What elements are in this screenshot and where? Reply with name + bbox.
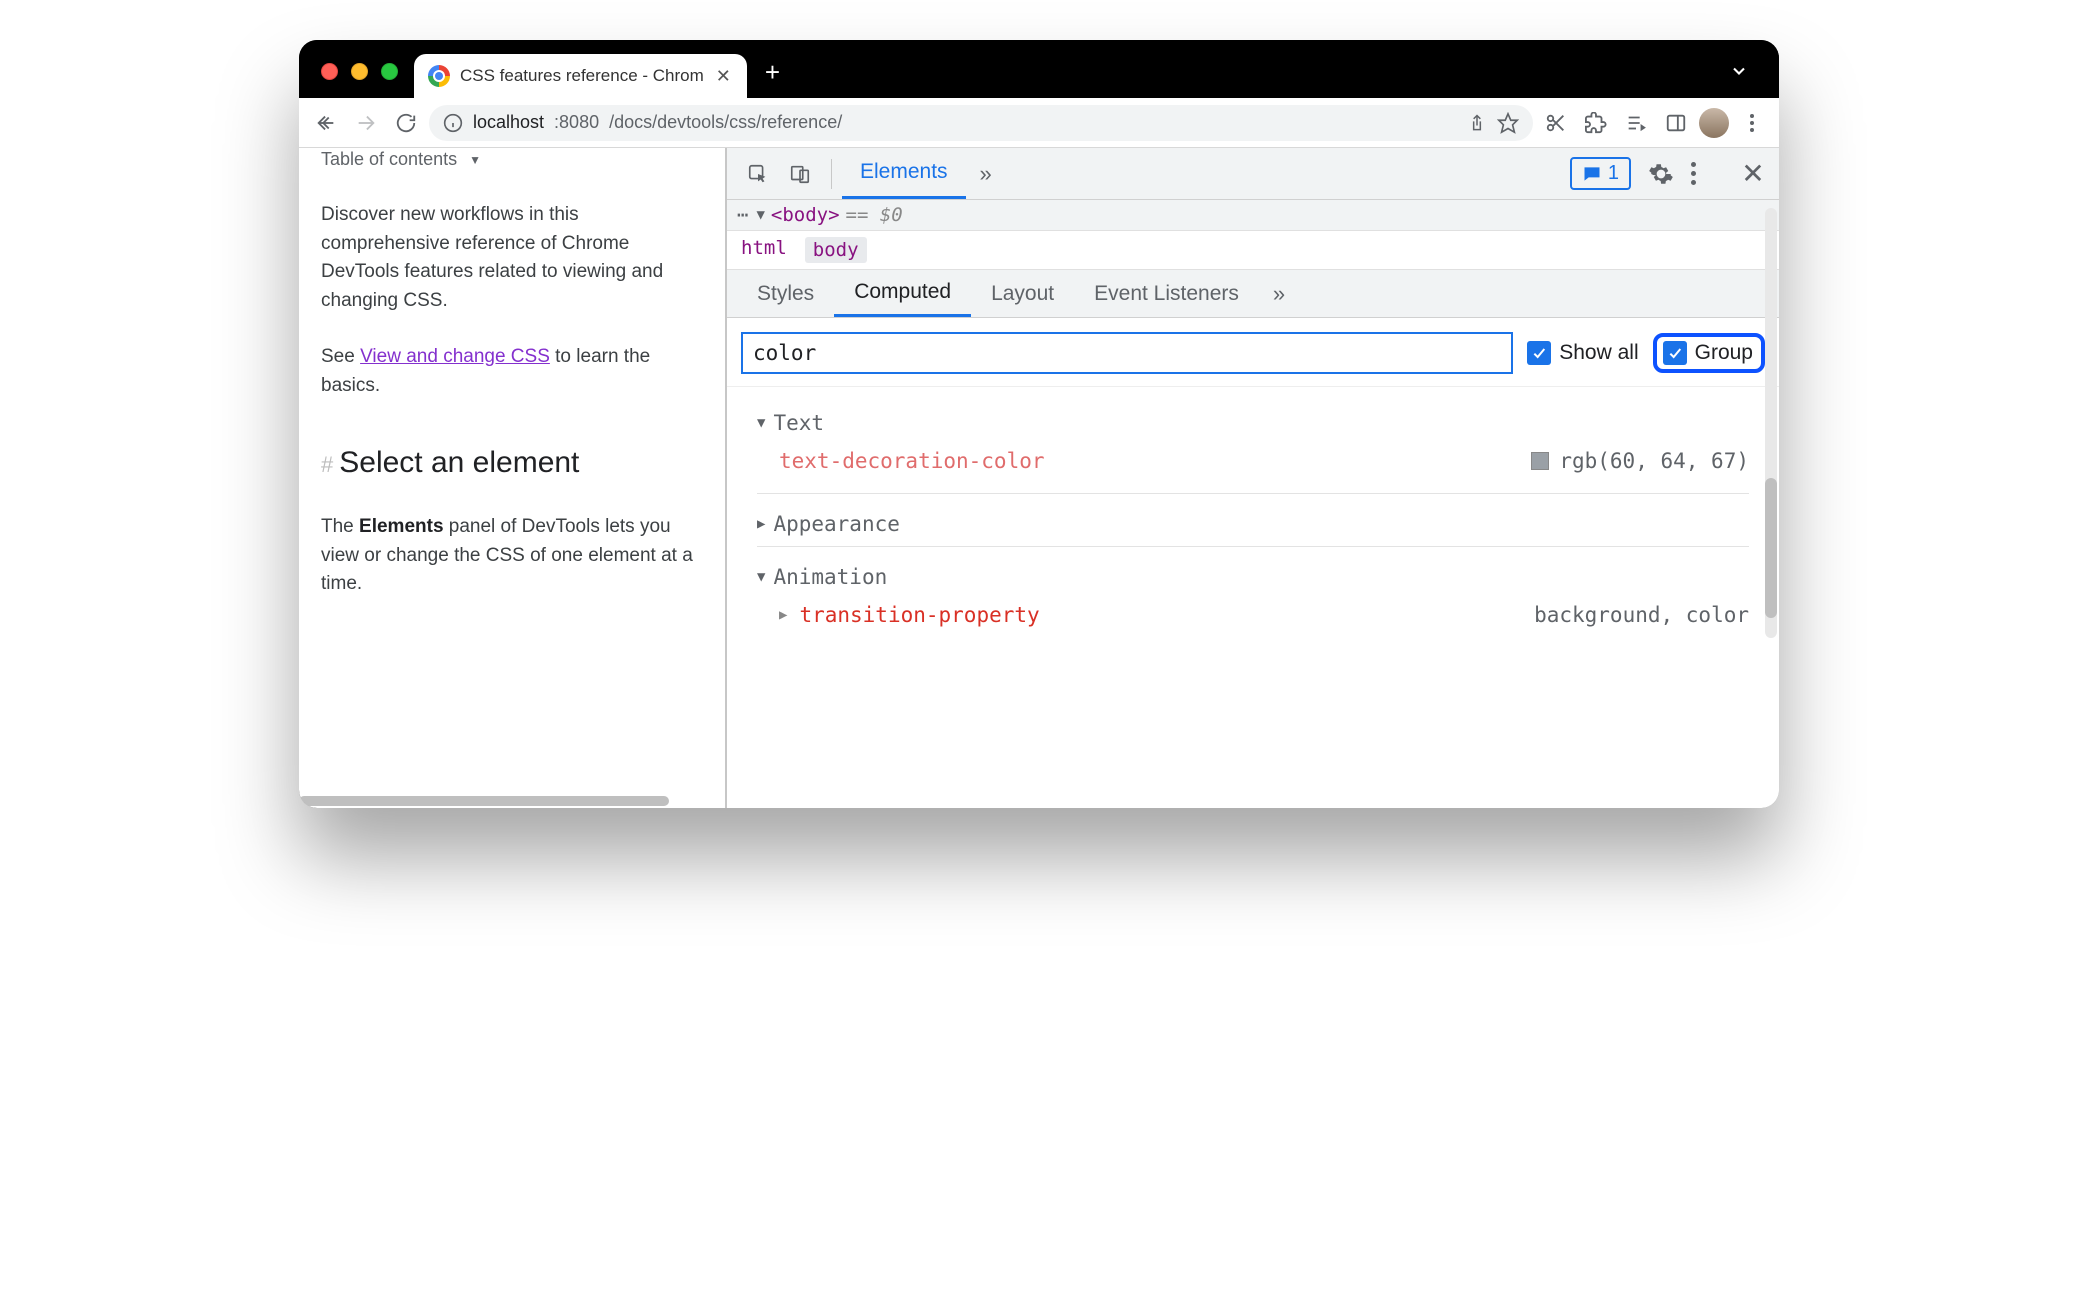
vertical-scrollbar[interactable] [1765,208,1777,638]
filter-input[interactable] [741,332,1513,374]
expand-triangle-icon: ▼ [757,415,765,431]
expand-triangle-icon: ▼ [757,569,765,585]
chevron-down-icon: ▼ [469,151,481,169]
issues-count: 1 [1608,162,1619,185]
devtools-toolbar: Elements 1 ✕ [727,148,1779,200]
more-panel-tabs-icon[interactable]: » [1273,281,1285,307]
forward-button[interactable] [349,106,383,140]
collapse-triangle-icon: ▶ [757,516,765,532]
share-icon[interactable] [1467,113,1487,133]
minimize-window-button[interactable] [351,63,368,80]
property-name: transition-property [799,603,1039,627]
browser-toolbar: localhost :8080/docs/devtools/css/referen… [299,98,1779,148]
close-window-button[interactable] [321,63,338,80]
checkbox-checked-icon [1663,341,1687,365]
tabs-dropdown-icon[interactable] [1711,61,1767,98]
heading-row: # Select an element [321,440,695,485]
inspect-element-icon[interactable] [737,153,779,195]
intro-paragraph: Discover new workflows in this comprehen… [321,201,695,315]
content-area: Table of contents ▼ Discover new workflo… [299,148,1779,808]
device-toolbar-icon[interactable] [779,153,821,195]
property-row[interactable]: ▶ transition-property background, color [757,589,1749,647]
issues-badge[interactable]: 1 [1570,157,1631,190]
dom-breadcrumb: html body [727,231,1779,270]
toc-toggle[interactable]: Table of contents ▼ [321,148,695,173]
reload-button[interactable] [389,106,423,140]
group-text-label: Text [773,411,824,435]
chrome-favicon-icon [428,65,450,87]
group-checkbox[interactable]: Group [1653,333,1765,373]
computed-groups: ▼ Text text-decoration-color rgb(60, 64,… [727,387,1779,665]
show-all-label: Show all [1559,341,1638,365]
property-value: background, color [1534,603,1749,627]
close-tab-icon[interactable]: ✕ [714,66,733,87]
dom-tree-row[interactable]: ⋯ ▼ <body> == $0 [727,200,1779,231]
browser-menu-button[interactable] [1735,106,1769,140]
styles-panel-tabs: Styles Computed Layout Event Listeners » [727,270,1779,318]
page-content: Table of contents ▼ Discover new workflo… [299,148,725,808]
property-name: text-decoration-color [779,449,1045,473]
toc-label: Table of contents [321,148,457,173]
maximize-window-button[interactable] [381,63,398,80]
anchor-hash-icon[interactable]: # [321,448,333,481]
bookmark-star-icon[interactable] [1497,112,1519,134]
tab-layout[interactable]: Layout [971,270,1074,317]
group-appearance-label: Appearance [773,512,899,536]
devtools-menu-icon[interactable] [1691,162,1723,185]
site-info-icon[interactable] [443,113,463,133]
extensions-icon[interactable] [1579,106,1613,140]
property-value: rgb(60, 64, 67) [1531,449,1749,473]
property-row[interactable]: text-decoration-color rgb(60, 64, 67) [757,435,1749,494]
elements-paragraph: The Elements panel of DevTools lets you … [321,513,695,599]
devtools-panel: Elements 1 ✕ ⋯ ▼ <body> == $0 [725,148,1779,808]
horizontal-scrollbar[interactable] [299,796,725,806]
group-text-header[interactable]: ▼ Text [757,411,1749,435]
tab-strip: CSS features reference - Chrom ✕ + [299,40,1779,98]
view-change-css-link[interactable]: View and change CSS [360,346,550,367]
breadcrumb-html[interactable]: html [741,237,787,263]
window-controls [311,63,414,98]
url-host: localhost [473,112,544,133]
side-panel-icon[interactable] [1659,106,1693,140]
expand-triangle-icon[interactable]: ▼ [756,207,764,223]
dom-tag: <body> [771,204,840,226]
back-button[interactable] [309,106,343,140]
show-all-checkbox[interactable]: Show all [1527,341,1638,365]
see-paragraph: See View and change CSS to learn the bas… [321,343,695,400]
tab-event-listeners[interactable]: Event Listeners [1074,270,1259,317]
address-bar[interactable]: localhost :8080/docs/devtools/css/referen… [429,105,1533,141]
more-tabs-icon[interactable] [966,161,992,187]
elements-tab[interactable]: Elements [842,148,966,199]
color-swatch-icon[interactable] [1531,452,1549,470]
close-devtools-icon[interactable]: ✕ [1737,157,1769,190]
url-port: :8080 [554,112,599,133]
tab-styles[interactable]: Styles [737,270,834,317]
dom-selected-indicator: == $0 [846,204,903,226]
tab-computed[interactable]: Computed [834,270,971,317]
ellipsis-icon: ⋯ [737,204,750,226]
scissors-icon[interactable] [1539,106,1573,140]
new-tab-button[interactable]: + [747,57,798,98]
section-heading: Select an element [339,440,579,485]
browser-window: CSS features reference - Chrom ✕ + local… [299,40,1779,808]
breadcrumb-body[interactable]: body [805,237,867,263]
browser-tab[interactable]: CSS features reference - Chrom ✕ [414,54,747,98]
collapse-triangle-icon: ▶ [779,607,787,623]
profile-avatar[interactable] [1699,108,1729,138]
url-path: /docs/devtools/css/reference/ [609,112,842,133]
checkbox-checked-icon [1527,341,1551,365]
group-appearance-header[interactable]: ▶ Appearance [757,502,1749,547]
media-icon[interactable] [1619,106,1653,140]
group-label: Group [1695,341,1753,365]
settings-icon[interactable] [1645,161,1677,187]
tab-title: CSS features reference - Chrom [460,66,704,86]
group-animation-label: Animation [773,565,887,589]
computed-filter-row: Show all Group [727,318,1779,387]
group-animation-header[interactable]: ▼ Animation [757,565,1749,589]
